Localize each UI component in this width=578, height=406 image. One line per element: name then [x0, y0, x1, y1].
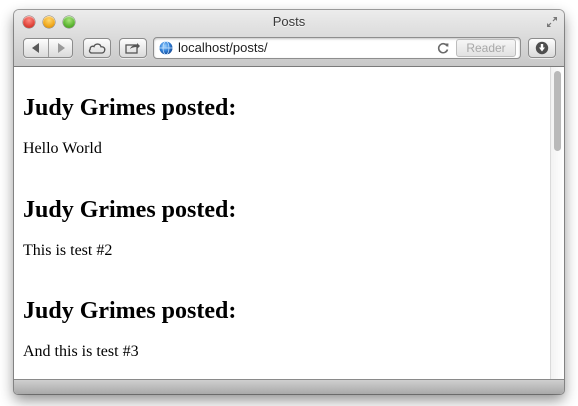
address-bar[interactable]: localhost/posts/ Reader — [153, 37, 521, 59]
downloads-button[interactable] — [528, 38, 556, 58]
post-heading: Judy Grimes posted: — [23, 95, 237, 121]
window-title: Posts — [272, 14, 306, 29]
share-button[interactable] — [119, 38, 147, 58]
reload-icon[interactable] — [436, 41, 450, 55]
browser-window: Posts localhost/posts/ Reader Judy Grime… — [14, 10, 564, 394]
chevron-right-icon — [58, 43, 65, 53]
post-heading: Judy Grimes posted: — [23, 298, 237, 324]
status-bar — [14, 379, 564, 394]
back-button[interactable] — [24, 39, 48, 57]
url-text[interactable]: localhost/posts/ — [178, 40, 268, 55]
globe-icon — [159, 41, 173, 55]
post-item: Judy Grimes posted: And this is test #3 — [23, 297, 237, 360]
back-forward-buttons — [23, 38, 73, 58]
cloud-icon — [88, 43, 106, 54]
chevron-left-icon — [32, 43, 39, 53]
icloud-tabs-button[interactable] — [83, 38, 111, 58]
post-body: Hello World — [23, 140, 102, 157]
title-bar: Posts localhost/posts/ Reader — [14, 10, 564, 67]
post-body: This is test #2 — [23, 242, 113, 259]
vertical-scrollbar[interactable] — [550, 67, 564, 379]
share-icon — [125, 43, 140, 54]
fullscreen-icon[interactable] — [546, 15, 558, 27]
scrollbar-thumb[interactable] — [554, 71, 561, 151]
post-item: Judy Grimes posted: Hello World — [23, 94, 237, 157]
download-icon — [535, 41, 549, 55]
page-content: Judy Grimes posted: Hello World Judy Gri… — [14, 67, 550, 379]
post-body: And this is test #3 — [23, 343, 139, 360]
post-heading: Judy Grimes posted: — [23, 197, 237, 223]
forward-button[interactable] — [49, 39, 73, 57]
reader-button[interactable]: Reader — [456, 39, 516, 57]
post-item: Judy Grimes posted: This is test #2 — [23, 196, 237, 259]
